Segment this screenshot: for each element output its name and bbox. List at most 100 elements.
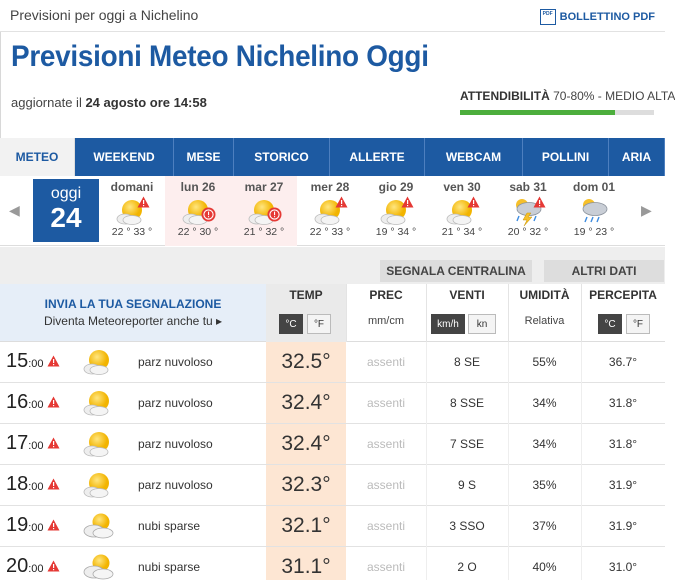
danger-alert-icon <box>267 207 282 227</box>
temp-celsius-toggle[interactable]: °C <box>279 314 303 334</box>
day-card[interactable]: sab 31 20 ° 32 ° <box>495 176 561 246</box>
hour-minutes: :00 <box>28 440 44 452</box>
weather-description: parz nuvoloso <box>138 396 213 410</box>
top-bar: Previsioni per oggi a Nichelino PDF BOLL… <box>0 0 665 32</box>
send-report-title: INVIA LA TUA SEGNALAZIONE <box>44 297 222 311</box>
hour-label: 16:00 <box>6 391 44 414</box>
day-card[interactable]: mer 28 22 ° 33 ° <box>297 176 363 246</box>
warning-icon[interactable] <box>47 395 60 413</box>
cloud-sun-icon <box>82 510 116 542</box>
weather-description: parz nuvoloso <box>138 437 213 451</box>
pdf-bulletin-label: BOLLETTINO PDF <box>559 11 655 23</box>
day-temps: 19 ° 23 ° <box>573 226 615 238</box>
hour-value: 15 <box>6 350 29 372</box>
send-report-subtitle: Diventa Meteoreporter anche tu ▸ <box>43 314 223 328</box>
tab-allerte[interactable]: ALLERTE <box>330 138 425 176</box>
wind-value: 9 S <box>457 478 476 492</box>
perceived-temp-value: 36.7° <box>608 355 638 369</box>
wind-kmh-toggle[interactable]: km/h <box>431 314 465 334</box>
weather-description: parz nuvoloso <box>138 478 213 492</box>
hour-minutes: :00 <box>28 563 44 575</box>
table-row[interactable]: 17:00 parz nuvoloso 32.4° assenti 7 SSE … <box>0 424 665 465</box>
sun-cloud-icon <box>444 196 480 226</box>
temp-column-header: TEMP <box>289 288 323 302</box>
prec-column-header: PREC <box>369 288 403 302</box>
day-card[interactable]: dom 01 19 ° 23 ° <box>561 176 627 246</box>
today-card[interactable]: oggi 24 <box>33 179 99 242</box>
hour-minutes: :00 <box>28 358 44 370</box>
warning-icon <box>467 195 480 213</box>
day-label: domani <box>110 180 154 194</box>
day-card[interactable]: gio 29 19 ° 34 ° <box>363 176 429 246</box>
report-station-button[interactable]: SEGNALA CENTRALINA <box>380 260 532 282</box>
action-band: SEGNALA CENTRALINA ALTRI DATI <box>0 246 665 284</box>
sun-cloud-icon <box>82 469 116 501</box>
day-temps: 22 ° 33 ° <box>309 226 351 238</box>
warning-icon <box>533 195 546 213</box>
update-info: aggiornate il 24 agosto ore 14:58 <box>11 95 207 110</box>
wind-knots-toggle[interactable]: kn <box>468 314 496 334</box>
perc-fahrenheit-toggle[interactable]: °F <box>626 314 650 334</box>
reliability-info: ATTENDIBILITÀ 70-80% - MEDIO ALTA <box>460 89 675 103</box>
day-temps: 20 ° 32 ° <box>507 226 549 238</box>
table-row[interactable]: 18:00 parz nuvoloso 32.3° assenti 9 S 35… <box>0 465 665 506</box>
humidity-column-header: UMIDITÀ <box>519 288 570 302</box>
tab-mese[interactable]: MESE <box>174 138 234 176</box>
more-data-button[interactable]: ALTRI DATI <box>544 260 664 282</box>
hour-value: 17 <box>6 432 29 454</box>
today-name: oggi <box>50 185 82 202</box>
warning-icon[interactable] <box>47 354 60 372</box>
tab-aria[interactable]: ARIA <box>609 138 665 176</box>
reliability-bar <box>460 110 654 115</box>
day-card[interactable]: lun 26 22 ° 30 ° <box>165 176 231 246</box>
perceived-temp-value: 31.9° <box>608 478 638 492</box>
table-row[interactable]: 20:00 nubi sparse 31.1° assenti 2 O 40% … <box>0 547 665 580</box>
wind-value: 2 O <box>457 560 477 574</box>
temperature-value: 31.1° <box>266 547 346 580</box>
perceived-temp-value: 31.8° <box>608 437 638 451</box>
day-temps: 19 ° 34 ° <box>375 226 417 238</box>
perceived-temp-value: 31.8° <box>608 396 638 410</box>
table-header: INVIA LA TUA SEGNALAZIONE Diventa Meteor… <box>0 284 665 342</box>
tab-pollini[interactable]: POLLINI <box>523 138 609 176</box>
sun-cloud-icon <box>82 346 116 378</box>
danger-alert-icon <box>201 207 216 227</box>
reliability-label: ATTENDIBILITÀ <box>460 89 550 103</box>
warning-icon[interactable] <box>47 477 60 495</box>
day-temps: 21 ° 34 ° <box>441 226 483 238</box>
tab-weekend[interactable]: WEEKEND <box>75 138 174 176</box>
temp-fahrenheit-toggle[interactable]: °F <box>307 314 331 334</box>
day-card[interactable]: ven 30 21 ° 34 ° <box>429 176 495 246</box>
humidity-value: 35% <box>532 478 557 492</box>
warning-icon[interactable] <box>47 559 60 577</box>
weather-description: parz nuvoloso <box>138 355 213 369</box>
day-temps: 22 ° 30 ° <box>177 226 219 238</box>
tab-webcam[interactable]: WEBCAM <box>425 138 523 176</box>
precipitation-value: assenti <box>366 478 406 492</box>
day-temps: 21 ° 32 ° <box>243 226 285 238</box>
day-card[interactable]: mar 27 21 ° 32 ° <box>231 176 297 246</box>
warning-icon[interactable] <box>47 518 60 536</box>
pdf-icon: PDF <box>539 9 556 25</box>
warning-icon[interactable] <box>47 436 60 454</box>
send-report-panel[interactable]: INVIA LA TUA SEGNALAZIONE Diventa Meteor… <box>0 284 266 341</box>
humidity-value: 40% <box>532 560 557 574</box>
next-day-arrow-icon[interactable]: ▶ <box>641 202 652 219</box>
hour-label: 17:00 <box>6 432 44 455</box>
precipitation-value: assenti <box>366 519 406 533</box>
warning-icon <box>137 195 150 213</box>
tab-storico[interactable]: STORICO <box>234 138 330 176</box>
day-label: ven 30 <box>443 180 481 194</box>
reliability-bar-fill <box>460 110 616 115</box>
prev-day-arrow-icon[interactable]: ◀ <box>9 202 20 219</box>
table-row[interactable]: 19:00 nubi sparse 32.1° assenti 3 SSO 37… <box>0 506 665 547</box>
table-row[interactable]: 16:00 parz nuvoloso 32.4° assenti 8 SSE … <box>0 383 665 424</box>
hour-label: 19:00 <box>6 514 44 537</box>
day-label: gio 29 <box>378 180 414 194</box>
table-row[interactable]: 15:00 parz nuvoloso 32.5° assenti 8 SE 5… <box>0 342 665 383</box>
tab-meteo[interactable]: METEO <box>0 138 75 176</box>
humidity-value: 34% <box>532 437 557 451</box>
pdf-bulletin-link[interactable]: PDF BOLLETTINO PDF <box>539 9 655 25</box>
perc-celsius-toggle[interactable]: °C <box>598 314 622 334</box>
day-card[interactable]: domani 22 ° 33 ° <box>99 176 165 246</box>
